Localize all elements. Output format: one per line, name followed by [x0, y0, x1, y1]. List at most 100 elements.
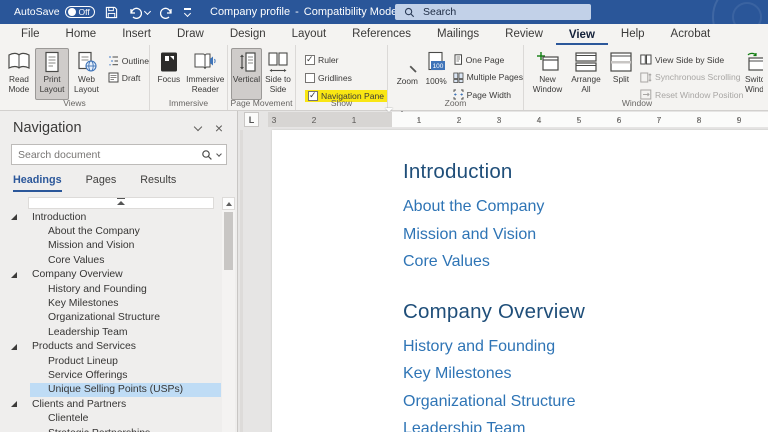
- print-layout-button[interactable]: Print Layout: [34, 48, 70, 100]
- multiple-pages-button[interactable]: Multiple Pages: [453, 70, 523, 85]
- heading2-organizational-structure: Organizational Structure: [403, 392, 576, 410]
- undo-dropdown-icon[interactable]: [143, 7, 151, 15]
- zoom-100-button[interactable]: 100 100%: [423, 48, 450, 100]
- close-pane-icon[interactable]: ×: [215, 121, 223, 135]
- synchronous-scrolling-icon: [640, 72, 652, 82]
- multiple-pages-icon: [453, 72, 464, 83]
- nav-item-organizational-structure[interactable]: Organizational Structure: [0, 311, 221, 325]
- tab-file[interactable]: File: [8, 25, 53, 45]
- tab-headings[interactable]: Headings: [13, 174, 62, 192]
- checkbox-checked-icon[interactable]: [305, 54, 315, 65]
- tab-mailings[interactable]: Mailings: [424, 25, 492, 45]
- side-to-side-icon: [268, 52, 288, 72]
- headings-tree: Introduction About the Company Mission a…: [0, 197, 237, 432]
- group-window: New Window Arrange All Split View Side b…: [524, 45, 763, 110]
- new-window-button[interactable]: New Window: [529, 48, 566, 100]
- tab-home[interactable]: Home: [53, 25, 110, 45]
- main-area: Navigation × Headings Pages Results: [0, 108, 768, 432]
- tree-scrollbar[interactable]: [222, 197, 235, 432]
- navigation-pane-tabs: Headings Pages Results: [0, 165, 237, 192]
- checkbox-unchecked-icon[interactable]: [305, 72, 315, 83]
- search-icon[interactable]: [201, 149, 213, 161]
- read-mode-button[interactable]: Read Mode: [3, 48, 35, 100]
- autosave-toggle[interactable]: AutoSave Off: [14, 6, 95, 18]
- focus-button[interactable]: Focus: [154, 48, 184, 100]
- tree-scroll-top-bar[interactable]: [28, 197, 214, 209]
- tab-review[interactable]: Review: [492, 25, 556, 45]
- vertical-button[interactable]: Vertical: [231, 48, 262, 100]
- document-title: Company profile - Compatibility Mode: [210, 0, 412, 24]
- search-options-chevron-icon[interactable]: [216, 150, 222, 157]
- ruler-text-segment: 1 2 3 4 5 6 7 8 9: [392, 112, 768, 127]
- nav-item-leadership-team[interactable]: Leadership Team: [0, 325, 221, 339]
- tab-acrobat[interactable]: Acrobat: [658, 25, 724, 45]
- tab-references[interactable]: References: [339, 25, 424, 45]
- nav-item-unique-selling-points[interactable]: Unique Selling Points (USPs): [0, 382, 221, 398]
- group-label-show: Show: [330, 98, 353, 108]
- tab-design[interactable]: Design: [217, 25, 279, 45]
- document-search-input[interactable]: [12, 148, 201, 161]
- immersive-reader-icon: [194, 53, 216, 70]
- draft-button[interactable]: Draft: [108, 70, 149, 85]
- autosave-switch[interactable]: Off: [64, 6, 95, 18]
- outline-button[interactable]: Outline: [108, 53, 149, 68]
- nav-item-core-values[interactable]: Core Values: [0, 253, 221, 267]
- navigation-pane: Navigation × Headings Pages Results: [0, 111, 238, 432]
- nav-item-introduction[interactable]: Introduction: [0, 210, 221, 224]
- zoom-button[interactable]: Zoom: [392, 48, 423, 100]
- zoom-icon: [409, 65, 417, 73]
- gridlines-checkbox[interactable]: Gridlines: [305, 70, 352, 85]
- tab-help[interactable]: Help: [608, 25, 658, 45]
- tab-layout[interactable]: Layout: [279, 25, 340, 45]
- heading2-about-the-company: About the Company: [403, 198, 545, 215]
- group-views: Read Mode Print Layout Web Layout Outlin…: [0, 45, 150, 110]
- scrollbar-up-button[interactable]: [222, 197, 235, 210]
- side-to-side-button[interactable]: Side to Side: [262, 48, 294, 100]
- tab-view[interactable]: View: [555, 26, 608, 45]
- title-bar: AutoSave Off Company profile - Compatibi…: [0, 0, 768, 52]
- ruler-checkbox[interactable]: Ruler: [305, 52, 339, 67]
- switch-windows-button[interactable]: Switch Windows: [742, 48, 763, 100]
- word-window: AutoSave Off Company profile - Compatibi…: [0, 0, 768, 432]
- nav-item-mission-and-vision[interactable]: Mission and Vision: [0, 239, 221, 253]
- scrollbar-thumb[interactable]: [224, 212, 233, 270]
- split-button[interactable]: Split: [606, 48, 636, 100]
- group-show: Ruler Gridlines Navigation Pane Show: [296, 45, 388, 110]
- web-layout-icon: [77, 51, 97, 72]
- nav-item-history-and-founding[interactable]: History and Founding: [0, 282, 221, 296]
- document-search-box[interactable]: [11, 144, 227, 165]
- toggle-knob-icon: [67, 8, 76, 16]
- view-side-by-side-button[interactable]: View Side by Side: [640, 52, 743, 67]
- nav-item-service-offerings[interactable]: Service Offerings: [0, 368, 221, 382]
- tab-draw[interactable]: Draw: [164, 25, 217, 45]
- web-layout-button[interactable]: Web Layout: [69, 48, 103, 100]
- tab-insert[interactable]: Insert: [109, 25, 164, 45]
- nav-item-about-the-company[interactable]: About the Company: [0, 224, 221, 238]
- redo-icon[interactable]: [159, 6, 174, 19]
- synchronous-scrolling-button[interactable]: Synchronous Scrolling: [640, 70, 743, 85]
- one-page-button[interactable]: One Page: [453, 52, 523, 67]
- immersive-reader-button[interactable]: Immersive Reader: [184, 48, 227, 100]
- nav-item-key-milestones[interactable]: Key Milestones: [0, 296, 221, 310]
- tab-results[interactable]: Results: [140, 174, 176, 192]
- nav-item-company-overview[interactable]: Company Overview: [0, 268, 221, 282]
- vertical-icon: [239, 52, 256, 72]
- group-label-zoom: Zoom: [444, 98, 467, 108]
- nav-item-clients-and-partners[interactable]: Clients and Partners: [0, 397, 221, 411]
- search-icon: [404, 7, 415, 18]
- customize-quick-access-toolbar-icon[interactable]: [183, 8, 191, 17]
- one-page-icon: [454, 54, 462, 65]
- nav-item-products-and-services[interactable]: Products and Services: [0, 340, 221, 354]
- ribbon: Read Mode Print Layout Web Layout Outlin…: [0, 45, 768, 111]
- nav-item-clientele[interactable]: Clientele: [0, 411, 221, 425]
- nav-item-product-lineup[interactable]: Product Lineup: [0, 354, 221, 368]
- document-page[interactable]: Introduction About the Company Mission a…: [272, 130, 768, 432]
- arrange-all-button[interactable]: Arrange All: [566, 48, 606, 100]
- group-label-page-movement: Page Movement: [230, 98, 293, 108]
- nav-item-strategic-partnerships[interactable]: Strategic Partnerships: [0, 426, 221, 432]
- tab-pages[interactable]: Pages: [86, 174, 117, 192]
- pane-options-chevron-icon[interactable]: [193, 122, 203, 131]
- undo-icon[interactable]: [128, 6, 151, 19]
- search-box[interactable]: Search: [395, 4, 591, 20]
- save-icon[interactable]: [105, 6, 118, 19]
